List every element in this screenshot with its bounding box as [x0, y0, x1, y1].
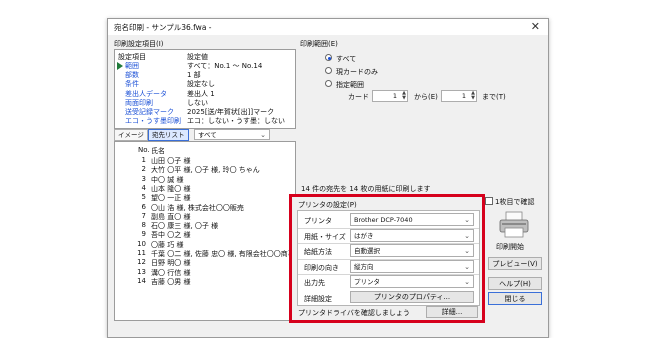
address-row-name: 吉藤 〇男 様: [151, 277, 191, 286]
address-row-no: 12: [137, 258, 146, 267]
chevron-down-icon: ⌄: [464, 278, 470, 286]
radio-all[interactable]: [325, 54, 332, 61]
address-row-no: 13: [137, 267, 146, 276]
printer-row-select[interactable]: プリンタ ⌄: [350, 275, 474, 288]
address-row[interactable]: 14 吉藤 〇男 様: [115, 277, 293, 286]
address-row-no: 4: [141, 183, 146, 192]
chevron-down-icon: ⌄: [464, 231, 470, 240]
address-row[interactable]: 10 〇藤 巧 様: [115, 240, 293, 249]
address-row[interactable]: 12 日野 明〇 様: [115, 258, 293, 267]
close-icon[interactable]: ✕: [531, 20, 540, 33]
to-label: まで(T): [482, 93, 506, 101]
printer-row-value: プリンタ: [354, 278, 380, 286]
tab-address-list[interactable]: 宛先リスト: [148, 129, 189, 141]
address-row-no: 1: [141, 156, 146, 164]
printer-row-label: 給紙方法: [304, 248, 332, 256]
radio-current[interactable]: [325, 67, 332, 74]
card-label: カード: [348, 93, 369, 101]
spin-arrows-icon[interactable]: ▲ ▼: [402, 91, 406, 101]
radio-specified[interactable]: [325, 80, 332, 87]
address-row-no: 6: [141, 202, 146, 211]
address-row-no: 10: [137, 239, 146, 248]
printer-row-select[interactable]: 自動選択 ⌄: [350, 244, 474, 257]
settings-group-label: 印刷設定項目(I): [114, 40, 164, 48]
printer-settings-highlight: プリンタの設定(P) プリンタ Brother DCP-7040 ⌄ 用紙・サイズ はが…: [289, 194, 485, 323]
address-row[interactable]: 13 溝〇 行信 様: [115, 268, 293, 277]
preview-button[interactable]: プレビュー(V): [488, 257, 542, 270]
address-row-no: 3: [141, 174, 146, 183]
print-start-label: 印刷開始: [496, 243, 524, 251]
radio-specified-label: 指定範囲: [336, 81, 364, 89]
radio-all-label: すべて: [336, 55, 357, 63]
address-row-no: 9: [141, 230, 146, 239]
list-tabs: イメージ 宛先リスト すべて ⌄: [114, 129, 294, 141]
print-range-label: 印刷範囲(E): [300, 40, 338, 48]
settings-row-value: エコ：しない・うす墨：しない: [187, 117, 285, 126]
to-card-stepper[interactable]: 1 ▲ ▼: [441, 90, 477, 102]
address-row[interactable]: 2 大竹 〇平 様, 〇子 様, 玲〇 ちゃん: [115, 165, 293, 174]
radio-current-label: 現カードのみ: [336, 68, 378, 76]
first-sheet-checkbox[interactable]: [485, 197, 493, 205]
help-button[interactable]: ヘルプ(H): [488, 277, 542, 290]
address-list[interactable]: No. 氏名 1 山田 〇子 様 2 大竹 〇平 様, 〇子 様, 玲〇 ちゃん 3 中〇…: [114, 141, 296, 321]
filter-select[interactable]: すべて ⌄: [194, 129, 270, 140]
address-row[interactable]: 9 吾中 〇之 様: [115, 230, 293, 239]
settings-table[interactable]: 設定項目 設定値 範囲 すべて：No.1 〜 No.14 部数 1 部条件 設定なし 差出…: [114, 49, 296, 129]
printer-row-value: Brother DCP-7040: [354, 216, 413, 224]
printer-row-label: 出力先: [304, 279, 325, 287]
detail-label: 詳細設定: [304, 295, 332, 303]
chevron-down-icon: ⌄: [260, 131, 266, 139]
printer-row-value: はがき: [354, 231, 374, 240]
chevron-down-icon: ⌄: [464, 262, 470, 271]
address-row-no: 8: [141, 221, 146, 230]
window-title: 宛名印刷 - サンプル36.fwa -: [114, 23, 212, 32]
address-row[interactable]: 8 石〇 康三 様, 〇子 様: [115, 221, 293, 230]
driver-notice: プリンタドライバを確認しましょう: [298, 309, 410, 317]
chevron-down-icon: ⌄: [464, 216, 470, 224]
address-row[interactable]: 5 望〇 一正 様: [115, 193, 293, 202]
list-col-no: No.: [138, 146, 150, 154]
tab-image[interactable]: イメージ: [114, 129, 148, 141]
chevron-down-icon: ⌄: [464, 247, 470, 255]
address-row-no: 5: [141, 193, 146, 202]
from-label: から(E): [414, 93, 438, 101]
printer-group-label: プリンタの設定(P): [298, 201, 357, 209]
printer-row-select[interactable]: はがき ⌄: [350, 228, 474, 242]
close-button[interactable]: 閉じる: [488, 292, 542, 305]
printer-icon: [499, 211, 529, 238]
address-row-no: 7: [141, 211, 146, 220]
printer-row-select[interactable]: 縦方向 ⌄: [350, 259, 474, 273]
printer-property-button[interactable]: プリンタのプロパティ...: [350, 291, 474, 303]
print-start-button[interactable]: 印刷開始: [486, 209, 542, 255]
address-row[interactable]: 7 副島 直〇 様: [115, 212, 293, 221]
printer-row-select[interactable]: Brother DCP-7040 ⌄: [350, 213, 474, 226]
printer-row-value: 縦方向: [354, 262, 374, 271]
driver-detail-button[interactable]: 詳細...: [426, 306, 478, 318]
address-row-no: 14: [137, 276, 146, 285]
summary-text: 14 件の宛先を 14 枚の用紙に印刷します: [301, 185, 431, 193]
address-row[interactable]: 1 山田 〇子 様: [115, 156, 293, 165]
settings-row-item[interactable]: エコ・うす墨印刷: [125, 116, 181, 126]
address-row[interactable]: 11 千葉 〇二 様, 佐藤 忠〇 様, 有限会社〇〇商事: [115, 249, 295, 258]
printer-row-value: 自動選択: [354, 247, 380, 255]
address-row[interactable]: 4 山本 隆〇 様: [115, 184, 293, 193]
to-card-value: 1: [461, 92, 466, 100]
filter-value: すべて: [198, 131, 217, 139]
address-row[interactable]: 3 中〇 誠 様: [115, 175, 293, 184]
from-card-stepper[interactable]: 1 ▲ ▼: [372, 90, 408, 102]
spin-arrows-icon[interactable]: ▲ ▼: [471, 91, 475, 101]
printer-row-label: プリンタ: [304, 217, 332, 225]
from-card-value: 1: [392, 92, 397, 100]
title-bar: 宛名印刷 - サンプル36.fwa - ✕: [108, 19, 548, 35]
address-row-no: 2: [141, 165, 146, 174]
address-row-no: 11: [137, 249, 146, 257]
first-sheet-check-label: 1枚目で確認: [495, 198, 535, 206]
list-col-name: 氏名: [151, 147, 165, 155]
printer-row-label: 印刷の向き: [304, 263, 339, 272]
current-row-marker-icon: [117, 62, 123, 70]
printer-row-label: 用紙・サイズ: [304, 232, 346, 241]
address-row[interactable]: 6 〇山 浩 様, 株式会社〇〇販売: [115, 203, 293, 212]
printer-settings-table: プリンタ Brother DCP-7040 ⌄ 用紙・サイズ はがき ⌄ 給紙方法 自動選択 ⌄…: [297, 210, 480, 306]
